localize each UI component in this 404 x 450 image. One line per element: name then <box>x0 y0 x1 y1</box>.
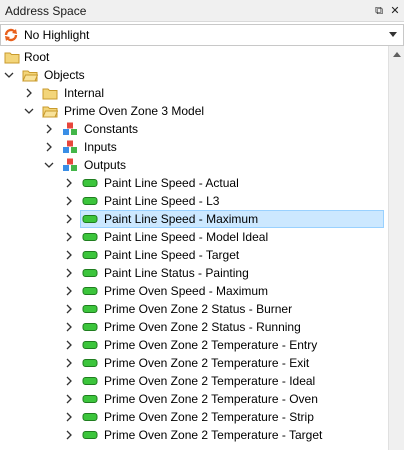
tree-node-outputs[interactable]: Outputs <box>0 156 388 174</box>
folder-icon <box>4 52 20 64</box>
folder-open-icon <box>42 106 58 118</box>
chevron-right-icon[interactable] <box>63 195 75 207</box>
tree-node-objects[interactable]: Objects <box>0 66 388 84</box>
tree-node-output-variable[interactable]: Paint Line Speed - L3 <box>0 192 388 210</box>
chevron-right-icon[interactable] <box>63 231 75 243</box>
variable-icon <box>82 395 98 403</box>
chevron-right-icon[interactable] <box>63 429 75 441</box>
chevron-right-icon[interactable] <box>63 339 75 351</box>
chevron-right-icon[interactable] <box>63 267 75 279</box>
float-window-icon[interactable]: ⧉ <box>372 4 386 18</box>
tree-node-label: Prime Oven Zone 2 Temperature - Target <box>104 428 323 442</box>
tree-node-label: Paint Line Status - Painting <box>104 266 249 280</box>
tree-node-output-variable[interactable]: Prime Oven Zone 2 Temperature - Ideal <box>0 372 388 390</box>
variable-icon <box>82 377 98 385</box>
chevron-down-icon[interactable] <box>3 69 15 81</box>
highlight-dropdown[interactable]: No Highlight <box>0 24 404 46</box>
tree-node-label: Paint Line Speed - Maximum <box>104 212 259 226</box>
object-cubes-icon <box>63 158 77 171</box>
tree-node-output-variable[interactable]: Paint Line Status - Painting <box>0 264 388 282</box>
tree-node-output-variable[interactable]: Prime Oven Zone 2 Status - Running <box>0 318 388 336</box>
tree-node-label: Outputs <box>84 158 127 172</box>
variable-icon <box>82 179 98 187</box>
vertical-scrollbar[interactable] <box>388 46 404 450</box>
tree-node-output-variable[interactable]: Paint Line Speed - Target <box>0 246 388 264</box>
tree-node-output-variable[interactable]: Prime Oven Zone 2 Temperature - Target <box>0 426 388 444</box>
chevron-right-icon[interactable] <box>63 249 75 261</box>
chevron-right-icon[interactable] <box>63 321 75 333</box>
tree-node-label: Objects <box>44 68 85 82</box>
panel-title: Address Space <box>5 4 87 18</box>
scroll-up-arrow-icon[interactable] <box>393 52 401 57</box>
tree-node-label: Prime Oven Zone 2 Temperature - Ideal <box>104 374 316 388</box>
variable-icon <box>82 287 98 295</box>
variable-icon <box>82 305 98 313</box>
chevron-right-icon[interactable] <box>43 141 55 153</box>
address-space-tree[interactable]: Root Objects Internal Prime Oven Zone 3 … <box>0 46 388 450</box>
chevron-right-icon[interactable] <box>63 357 75 369</box>
highlight-selected-value: No Highlight <box>24 28 90 42</box>
tree-node-label: Paint Line Speed - L3 <box>104 194 220 208</box>
chevron-right-icon[interactable] <box>63 285 75 297</box>
object-cubes-icon <box>63 122 77 135</box>
tree-node-constants[interactable]: Constants <box>0 120 388 138</box>
chevron-down-icon[interactable] <box>23 105 35 117</box>
tree-node-output-variable[interactable]: Paint Line Speed - Model Ideal <box>0 228 388 246</box>
close-icon[interactable]: ✕ <box>388 4 402 18</box>
tree-node-label: Paint Line Speed - Model Ideal <box>104 230 269 244</box>
tree-node-label: Prime Oven Zone 2 Temperature - Entry <box>104 338 318 352</box>
panel-titlebar: Address Space ⧉ ✕ <box>0 0 404 22</box>
tree-node-label: Prime Oven Zone 2 Temperature - Oven <box>104 392 318 406</box>
object-cubes-icon <box>63 140 77 153</box>
folder-icon <box>42 88 58 100</box>
tree-node-label: Internal <box>64 86 105 100</box>
variable-icon <box>82 197 98 205</box>
tree-node-output-variable[interactable]: Prime Oven Zone 2 Temperature - Strip <box>0 408 388 426</box>
tree-node-inputs[interactable]: Inputs <box>0 138 388 156</box>
chevron-right-icon[interactable] <box>63 411 75 423</box>
tree-node-label: Prime Oven Zone 3 Model <box>64 104 205 118</box>
variable-icon <box>82 233 98 241</box>
tree-node-label: Prime Oven Zone 2 Status - Burner <box>104 302 293 316</box>
variable-icon <box>82 269 98 277</box>
tree-node-label: Root <box>24 50 50 64</box>
tree-node-root[interactable]: Root <box>0 48 388 66</box>
tree-node-label: Inputs <box>84 140 117 154</box>
variable-icon <box>82 413 98 421</box>
chevron-right-icon[interactable] <box>43 123 55 135</box>
tree-node-label: Prime Oven Zone 2 Temperature - Exit <box>104 356 310 370</box>
variable-icon <box>82 215 98 223</box>
refresh-icon[interactable] <box>3 27 19 43</box>
chevron-right-icon[interactable] <box>23 87 35 99</box>
chevron-down-icon[interactable] <box>389 32 397 37</box>
chevron-right-icon[interactable] <box>63 303 75 315</box>
chevron-right-icon[interactable] <box>63 393 75 405</box>
variable-icon <box>82 323 98 331</box>
tree-node-output-variable[interactable]: Paint Line Speed - Maximum <box>0 210 388 228</box>
tree-node-label: Paint Line Speed - Actual <box>104 176 239 190</box>
variable-icon <box>82 251 98 259</box>
variable-icon <box>82 431 98 439</box>
chevron-down-icon[interactable] <box>43 159 55 171</box>
tree-node-output-variable[interactable]: Prime Oven Zone 2 Temperature - Exit <box>0 354 388 372</box>
chevron-right-icon[interactable] <box>63 375 75 387</box>
folder-open-icon <box>22 70 38 82</box>
tree-node-output-variable[interactable]: Prime Oven Zone 2 Temperature - Entry <box>0 336 388 354</box>
tree-node-label: Paint Line Speed - Target <box>104 248 240 262</box>
tree-node-model[interactable]: Prime Oven Zone 3 Model <box>0 102 388 120</box>
tree-node-output-variable[interactable]: Prime Oven Zone 2 Status - Burner <box>0 300 388 318</box>
variable-icon <box>82 341 98 349</box>
tree-node-label: Prime Oven Speed - Maximum <box>104 284 269 298</box>
chevron-right-icon[interactable] <box>63 177 75 189</box>
tree-node-label: Prime Oven Zone 2 Status - Running <box>104 320 301 334</box>
chevron-right-icon[interactable] <box>63 213 75 225</box>
tree-node-output-variable[interactable]: Prime Oven Speed - Maximum <box>0 282 388 300</box>
tree-node-label: Constants <box>84 122 139 136</box>
tree-node-output-variable[interactable]: Prime Oven Zone 2 Temperature - Oven <box>0 390 388 408</box>
tree-node-output-variable[interactable]: Paint Line Speed - Actual <box>0 174 388 192</box>
variable-icon <box>82 359 98 367</box>
tree-node-internal[interactable]: Internal <box>0 84 388 102</box>
tree-node-label: Prime Oven Zone 2 Temperature - Strip <box>104 410 314 424</box>
